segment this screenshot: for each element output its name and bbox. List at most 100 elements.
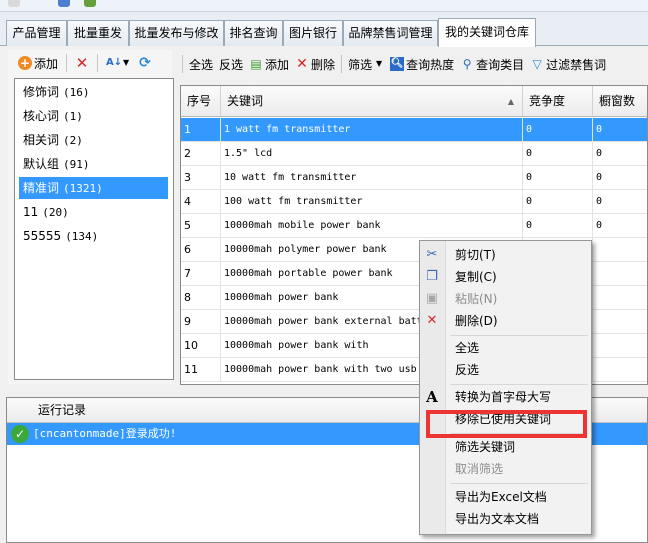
table-row[interactable]: 5 10000mah mobile power bank 0 0: [181, 214, 647, 238]
cell-index: 6: [181, 238, 221, 262]
menu-item-paste-label: 粘贴(N): [455, 292, 498, 306]
category-count: (16): [63, 86, 90, 99]
toolbar-divider: [97, 54, 99, 72]
cell-keyword: 100 watt fm transmitter: [221, 190, 523, 214]
copy-icon: ❐: [426, 269, 438, 284]
filter-label: 筛选: [348, 57, 373, 72]
tab-ranking-query[interactable]: 排名查询: [224, 20, 283, 46]
scissors-icon: ✂: [426, 247, 438, 262]
toolbar-divider: [182, 55, 183, 73]
menu-separator: [450, 384, 588, 385]
category-name: 相关词: [23, 133, 60, 147]
tab-batch-resend[interactable]: 批量重发: [67, 20, 129, 46]
menu-separator: [450, 335, 588, 336]
tab-keyword-warehouse[interactable]: 我的关键词仓库: [438, 18, 536, 47]
cell-showcase: 0: [593, 142, 647, 166]
window-top-strip: [0, 0, 648, 12]
toolbar-divider: [341, 55, 343, 73]
cell-showcase: [593, 334, 647, 358]
menu-item-cut[interactable]: ✂ 剪切(T): [420, 244, 591, 266]
close-icon: ✕: [426, 313, 438, 328]
menu-item-cut-label: 剪切(T): [455, 248, 496, 262]
cell-showcase: 0: [593, 118, 647, 142]
delete-keyword-label: 删除: [311, 57, 336, 72]
invert-selection-label: 反选: [219, 57, 244, 72]
add-keyword-button[interactable]: ▤ 添加: [247, 53, 291, 75]
category-count: (134): [65, 230, 99, 243]
column-header-keyword-label: 关键词: [227, 94, 264, 108]
category-item[interactable]: 默认组 (91): [19, 153, 90, 175]
menu-item-select-all[interactable]: 全选: [420, 337, 591, 359]
query-category-button[interactable]: ⚲ 查询类目: [458, 53, 526, 75]
menu-item-capitalize-label: 转换为首字母大写: [455, 390, 552, 404]
column-header-index[interactable]: 序号: [181, 86, 221, 117]
tab-product-management[interactable]: 产品管理: [6, 20, 67, 46]
context-menu: ✂ 剪切(T) ❐ 复制(C) ▣ 粘贴(N) ✕ 删除(D) 全选 反选 A 转换为首字…: [419, 240, 592, 535]
cell-index: 4: [181, 190, 221, 214]
category-count: (2): [63, 134, 83, 147]
delete-keyword-button[interactable]: ✕ 删除: [293, 53, 337, 75]
cell-showcase: [593, 262, 647, 286]
invert-selection-button[interactable]: 反选: [217, 53, 245, 75]
cell-showcase: 0: [593, 214, 647, 238]
category-item[interactable]: 修饰词 (16): [19, 81, 90, 103]
menu-item-export-excel[interactable]: 导出为Excel文档: [420, 486, 591, 508]
cell-showcase: [593, 286, 647, 310]
delete-category-button[interactable]: ✕: [73, 52, 91, 74]
cell-competition: 0: [523, 118, 593, 142]
category-item[interactable]: 核心词 (1): [19, 105, 83, 127]
menu-item-remove-used-keywords-label: 移除已使用关键词: [455, 412, 552, 426]
refresh-icon: ⟳: [139, 55, 151, 71]
sort-button[interactable]: A↓ ▼: [104, 52, 132, 74]
menu-item-copy[interactable]: ❐ 复制(C): [420, 266, 591, 288]
cell-showcase: [593, 310, 647, 334]
filter-banned-words-button[interactable]: ▽ 过滤禁售词: [528, 53, 608, 75]
category-item-selected[interactable]: 精准词 (1321): [19, 177, 168, 199]
tab-batch-publish-edit[interactable]: 批量发布与修改: [129, 20, 224, 46]
cell-index: 8: [181, 286, 221, 310]
letter-a-icon: A: [426, 388, 438, 406]
menu-item-export-text-label: 导出为文本文档: [455, 512, 540, 526]
add-category-button[interactable]: + 添加: [16, 52, 60, 74]
category-count: (1321): [63, 182, 103, 195]
menu-item-capitalize[interactable]: A 转换为首字母大写: [420, 386, 591, 408]
table-row[interactable]: 3 10 watt fm transmitter 0 0: [181, 166, 647, 190]
table-row[interactable]: 2 1.5" lcd 0 0: [181, 142, 647, 166]
column-header-showcase[interactable]: 橱窗数: [593, 86, 647, 117]
category-name: 11: [23, 205, 39, 219]
menu-item-select-all-label: 全选: [455, 341, 480, 355]
category-panel: + 添加 ✕ A↓ ▼ ⟳ 修饰词 (16) 核心词 (1) 相关词 (2) 默认组(…: [8, 50, 174, 384]
menu-item-paste[interactable]: ▣ 粘贴(N): [420, 288, 591, 310]
main-tab-bar: 产品管理 批量重发 批量发布与修改 排名查询 图片银行 品牌禁售词管理 我的关键…: [0, 12, 648, 47]
table-row[interactable]: 4 100 watt fm transmitter 0 0: [181, 190, 647, 214]
refresh-button[interactable]: ⟳: [136, 52, 154, 74]
menu-item-invert-selection[interactable]: 反选: [420, 359, 591, 381]
menu-item-remove-used-keywords[interactable]: 移除已使用关键词: [420, 408, 591, 430]
column-header-competition[interactable]: 竞争度: [523, 86, 593, 117]
add-document-icon: ▤: [250, 57, 262, 71]
category-count: (91): [63, 158, 90, 171]
menu-item-cancel-filter[interactable]: 取消筛选: [420, 458, 591, 480]
keyword-toolbar: 全选 反选 ▤ 添加 ✕ 删除 筛选 ▼ 🔍︎ 查询热度 ⚲ 查询类目 ▽ 过滤禁售词: [180, 51, 648, 77]
cell-keyword: 1.5" lcd: [221, 142, 523, 166]
table-row-selected[interactable]: 11 watt fm transmitter 0 0: [181, 118, 647, 142]
menu-item-export-text[interactable]: 导出为文本文档: [420, 508, 591, 530]
category-item[interactable]: 11 (20): [19, 201, 69, 223]
category-item[interactable]: 55555 (134): [19, 225, 98, 247]
cell-showcase: 0: [593, 166, 647, 190]
chevron-down-icon: ▼: [376, 59, 383, 68]
cell-index: 5: [181, 214, 221, 238]
tab-brand-banned-words[interactable]: 品牌禁售词管理: [343, 20, 438, 46]
plus-icon: +: [18, 56, 32, 70]
menu-item-cancel-filter-label: 取消筛选: [455, 462, 504, 476]
menu-item-filter-keywords[interactable]: 筛选关键词: [420, 436, 591, 458]
tab-image-bank[interactable]: 图片银行: [283, 20, 343, 46]
query-heat-button[interactable]: 🔍︎ 查询热度: [388, 53, 456, 75]
clipboard-icon: ▣: [425, 291, 439, 306]
column-header-keyword[interactable]: 关键词 ▲: [221, 86, 523, 117]
filter-dropdown-button[interactable]: 筛选 ▼: [346, 53, 386, 75]
category-item[interactable]: 相关词 (2): [19, 129, 83, 151]
select-all-button[interactable]: 全选: [187, 53, 215, 75]
cell-index: 7: [181, 262, 221, 286]
menu-item-delete[interactable]: ✕ 删除(D): [420, 310, 591, 332]
